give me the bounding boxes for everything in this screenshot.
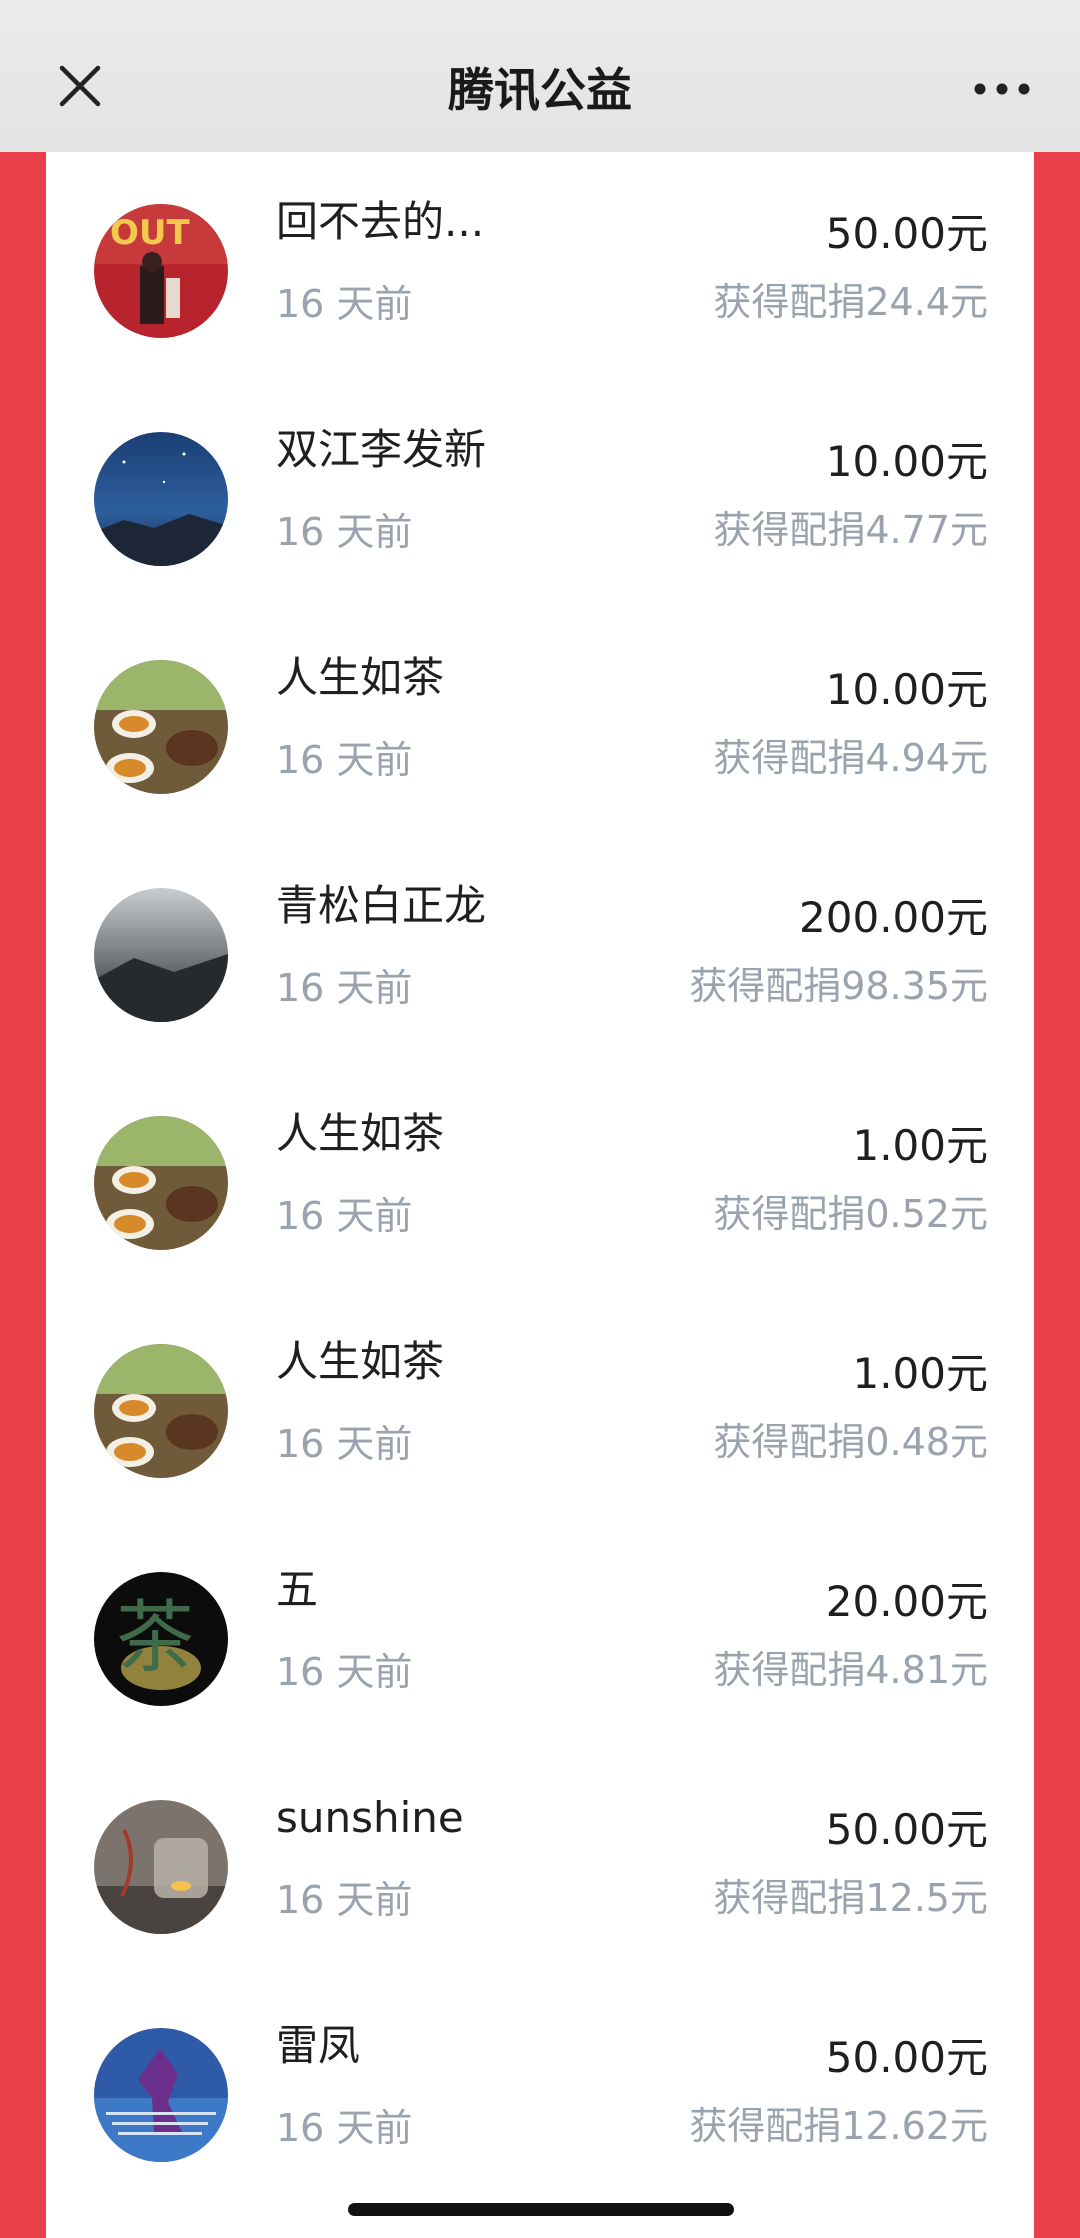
mist-mountain-avatar[interactable] [94,888,228,1022]
donation-row[interactable]: 青松白正龙 16 天前 200.00元 获得配捐98.35元 [46,836,1034,1064]
svg-text:OUT: OUT [110,213,191,253]
donation-row[interactable]: OUT 回不去的... 16 天前 50.00元 获得配捐24.4元 [46,152,1034,380]
donor-name: 青松白正龙 [276,881,487,930]
donor-name: 五 [276,1565,319,1614]
tea-cups-avatar[interactable] [94,660,228,794]
donation-row[interactable]: 人生如茶 16 天前 1.00元 获得配捐0.48元 [46,1292,1034,1520]
donation-amount: 1.00元 [852,1121,988,1170]
donation-time: 16 天前 [276,282,413,326]
top-bar: 腾讯公益 [0,0,1080,152]
match-amount: 获得配捐12.62元 [689,2104,988,2148]
donor-name: 双江李发新 [276,425,487,474]
match-amount: 获得配捐4.94元 [713,736,988,780]
donor-name: 人生如茶 [276,1109,445,1158]
night-sky-avatar[interactable] [94,432,228,566]
more-dots-icon [974,83,1030,95]
donation-amount: 50.00元 [825,2033,988,2082]
match-amount: 获得配捐4.77元 [713,508,988,552]
donation-amount: 50.00元 [825,209,988,258]
match-amount: 获得配捐0.48元 [713,1420,988,1464]
donation-amount: 10.00元 [825,665,988,714]
donation-row[interactable]: 人生如茶 16 天前 1.00元 获得配捐0.52元 [46,1064,1034,1292]
donation-amount: 10.00元 [825,437,988,486]
donation-time: 16 天前 [276,966,413,1010]
donation-time: 16 天前 [276,1878,413,1922]
match-amount: 获得配捐98.35元 [689,964,988,1008]
home-indicator[interactable] [348,2203,734,2216]
donor-name: sunshine [276,1793,464,1842]
donation-row[interactable]: 双江李发新 16 天前 10.00元 获得配捐4.77元 [46,380,1034,608]
donation-amount: 50.00元 [825,1805,988,1854]
match-amount: 获得配捐12.5元 [713,1876,988,1920]
donation-time: 16 天前 [276,738,413,782]
match-amount: 获得配捐4.81元 [713,1648,988,1692]
donation-amount: 20.00元 [825,1577,988,1626]
more-button[interactable] [972,66,1032,112]
red-side-border-right [1034,152,1080,2238]
match-amount: 获得配捐24.4元 [713,280,988,324]
blue-figure-avatar[interactable] [94,2028,228,2162]
donor-name: 回不去的... [276,197,485,246]
donation-time: 16 天前 [276,1194,413,1238]
donation-list[interactable]: OUT 回不去的... 16 天前 50.00元 获得配捐24.4元 双江李发新… [46,152,1034,2238]
donor-name: 雷凤 [276,2021,361,2070]
donation-amount: 1.00元 [852,1349,988,1398]
donation-row[interactable]: 茶 五 16 天前 20.00元 获得配捐4.81元 [46,1520,1034,1748]
donation-amount: 200.00元 [799,893,988,942]
donation-time: 16 天前 [276,510,413,554]
svg-text:茶: 茶 [116,1593,194,1683]
donor-name: 人生如茶 [276,1337,445,1386]
donation-row[interactable]: 雷凤 16 天前 50.00元 获得配捐12.62元 [46,1976,1034,2204]
match-amount: 获得配捐0.52元 [713,1192,988,1236]
tea-cups-avatar[interactable] [94,1116,228,1250]
candle-jar-avatar[interactable] [94,1800,228,1934]
donation-time: 16 天前 [276,2106,413,2150]
red-side-border-left [0,152,46,2238]
page-title: 腾讯公益 [448,63,632,117]
donation-time: 16 天前 [276,1650,413,1694]
donor-name: 人生如茶 [276,653,445,702]
photo-avatar[interactable]: OUT [94,204,228,338]
donation-row[interactable]: 人生如茶 16 天前 10.00元 获得配捐4.94元 [46,608,1034,836]
tea-cups-avatar[interactable] [94,1344,228,1478]
donation-time: 16 天前 [276,1422,413,1466]
tea-character-avatar[interactable]: 茶 [94,1572,228,1706]
donation-row[interactable]: sunshine 16 天前 50.00元 获得配捐12.5元 [46,1748,1034,1976]
